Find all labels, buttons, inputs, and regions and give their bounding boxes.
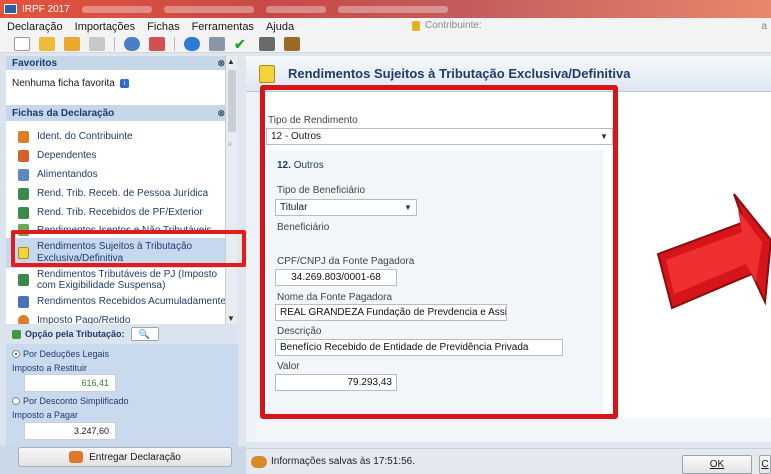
window-title: IRPF 2017 [22,3,70,15]
blurred-title-4 [337,5,448,13]
warning-icon [259,65,275,83]
fichas-title: Fichas da Declaração [12,107,115,119]
option-simplificado[interactable]: Por Desconto Simplificado [12,396,129,406]
alimentandos-icon [18,168,29,181]
menu-ferramentas[interactable]: Ferramentas [192,21,254,33]
pagar-value: 3.247,60 [24,422,116,440]
sidebar: Favoritos ⊗ Nenhuma ficha favorita i Fic… [6,56,231,327]
sidebar-item-label: Alimentandos [37,169,98,180]
menu-bar: Declaração Importações Fichas Ferramenta… [0,18,771,35]
fichas-header[interactable]: Fichas da Declaração ⊗ [6,105,231,121]
scroll-grip-icon: ≡ [228,142,232,148]
dependents-icon [18,149,29,162]
restituir-value: 616,41 [24,374,116,392]
highlight-frame-sidebar [11,230,246,267]
favorites-empty-label: Nenhuma ficha favorita [12,78,115,89]
tributacao-header: Opção pela Tributação: 🔍 [6,324,238,344]
deliver-button[interactable]: Entregar Declaração [18,447,232,467]
scroll-down-icon[interactable]: ▼ [227,314,235,323]
pagar-row: Imposto a Pagar [12,410,78,420]
restituir-label: Imposto a Restituir [12,363,88,373]
menu-declaracao[interactable]: Declaração [7,21,63,33]
blurred-title-1 [81,5,152,13]
cancel-button[interactable]: C [759,455,771,474]
transfer-icon[interactable] [149,36,165,51]
blurred-title-3 [265,5,326,13]
collapse-icon[interactable]: ⊗ [217,108,225,119]
tributacao-icon [12,329,21,339]
toolbar: ✔ [0,35,771,53]
pagar-label: Imposto a Pagar [12,410,79,420]
scroll-up-icon[interactable]: ▲ [227,57,235,66]
scroll-thumb[interactable] [228,70,236,132]
collapse-icon[interactable]: ⊗ [217,58,225,69]
red-arrow-icon [656,193,771,310]
sidebar-item-label: Rend. Trib. Receb. de Pessoa Jurídica [37,188,209,199]
calculator-icon[interactable] [259,36,275,51]
bottom-panel [256,418,771,442]
title-bar: IRPF 2017 [0,0,771,18]
radio-deducoes[interactable] [12,350,20,358]
sidebar-item-dependentes[interactable]: Dependentes [6,146,231,165]
highlight-frame-form [260,85,618,419]
favorites-header[interactable]: Favoritos ⊗ [6,56,231,70]
suspended-income-icon [18,274,29,286]
info-icon: i [119,79,129,88]
blurred-title-2 [163,5,254,13]
toolbar-separator [174,36,175,51]
deliver-label: Entregar Declaração [89,451,181,463]
lock-icon [412,20,420,31]
sidebar-item-suspensa[interactable]: Rendimentos Tributáveis de PJ (Imposto c… [6,268,231,292]
sync-icon[interactable] [124,36,140,51]
simplificado-label: Por Desconto Simplificado [23,396,129,406]
save-status-icon [251,455,267,468]
favorites-empty: Nenhuma ficha favorita i [6,70,231,97]
check-icon[interactable]: ✔ [234,37,250,51]
deliver-icon [69,451,84,463]
menu-fichas[interactable]: Fichas [147,21,179,33]
person-icon [18,130,29,143]
contribuinte-right-text: a [761,21,767,32]
ok-button[interactable]: OK [682,455,752,474]
sidebar-item-rend-pf[interactable]: Rend. Trib. Recebidos de PF/Exterior [6,203,231,222]
search-button[interactable]: 🔍 [130,327,159,341]
globe-icon[interactable] [184,36,200,51]
contribuinte-indicator: Contribuinte: [412,20,482,31]
option-deducoes[interactable]: Por Deduções Legais [12,349,109,359]
radio-simplificado[interactable] [12,397,20,405]
menu-ajuda[interactable]: Ajuda [266,21,294,33]
contribuinte-label: Contribuinte: [425,20,482,31]
sidebar-item-label: Rendimentos Tributáveis de PJ (Imposto c… [37,269,218,291]
restituir-row: Imposto a Restituir [12,363,87,373]
tributacao-title: Opção pela Tributação: [25,329,125,339]
favorites-title: Favoritos [12,57,58,69]
menu-importacoes[interactable]: Importações [75,21,136,33]
sidebar-item-label: Rend. Trib. Recebidos de PF/Exterior [37,207,203,218]
income-pj-icon [18,187,29,200]
book-icon[interactable] [284,36,300,51]
page-title: Rendimentos Sujeitos à Tributação Exclus… [288,66,631,81]
app-icon [4,4,17,14]
sidebar-item-rend-pj[interactable]: Rend. Trib. Receb. de Pessoa Jurídica [6,184,231,203]
sidebar-item-label: Rendimentos Recebidos Acumuladamente [37,296,226,307]
sidebar-item-label: Ident. do Contribuinte [37,131,133,142]
deducoes-label: Por Deduções Legais [23,349,110,359]
new-file-icon[interactable] [14,36,30,51]
sidebar-item-label: Dependentes [37,150,97,161]
sidebar-item-alimentandos[interactable]: Alimentandos [6,165,231,184]
tributacao-panel: Por Deduções Legais Imposto a Restituir … [6,344,238,448]
sidebar-divider [6,97,231,105]
income-pf-icon [18,206,29,219]
sidebar-item-ident[interactable]: Ident. do Contribuinte [6,127,231,146]
accumulated-income-icon [18,295,29,308]
trash-icon[interactable] [89,36,105,51]
open-folder-icon[interactable] [39,36,55,51]
folder-icon[interactable] [64,36,80,51]
sidebar-scrollbar[interactable]: ▲ ≡ ▼ [225,56,237,324]
toolbar-separator [114,36,115,51]
save-status-text: Informações salvas às 17:51:56. [271,456,415,467]
sidebar-item-acumuladamente[interactable]: Rendimentos Recebidos Acumuladamente [6,292,231,311]
print-icon[interactable] [209,36,225,51]
